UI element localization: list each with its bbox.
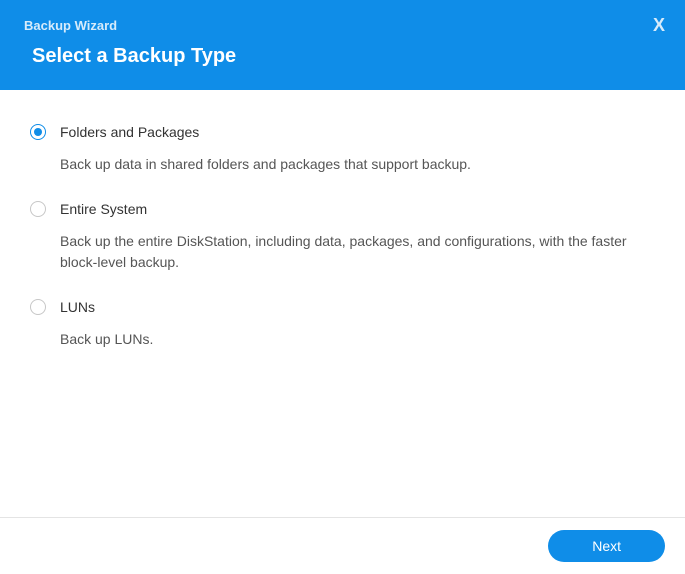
option-label: Folders and Packages: [60, 124, 199, 140]
radio-luns[interactable]: [30, 299, 46, 315]
close-button[interactable]: X: [653, 16, 665, 34]
option-luns-header[interactable]: LUNs: [30, 299, 655, 315]
option-folders-packages-header[interactable]: Folders and Packages: [30, 124, 655, 140]
option-folders-packages: Folders and Packages Back up data in sha…: [30, 124, 655, 175]
option-description: Back up data in shared folders and packa…: [60, 154, 655, 175]
option-description: Back up LUNs.: [60, 329, 655, 350]
wizard-title: Backup Wizard: [24, 18, 661, 33]
option-label: LUNs: [60, 299, 95, 315]
option-description: Back up the entire DiskStation, includin…: [60, 231, 655, 273]
close-icon: X: [653, 15, 665, 35]
wizard-footer: Next: [0, 517, 685, 574]
radio-folders-packages[interactable]: [30, 124, 46, 140]
option-entire-system-header[interactable]: Entire System: [30, 201, 655, 217]
wizard-content: Folders and Packages Back up data in sha…: [0, 90, 685, 396]
radio-entire-system[interactable]: [30, 201, 46, 217]
option-entire-system: Entire System Back up the entire DiskSta…: [30, 201, 655, 273]
next-button[interactable]: Next: [548, 530, 665, 562]
option-label: Entire System: [60, 201, 147, 217]
option-luns: LUNs Back up LUNs.: [30, 299, 655, 350]
wizard-header: Backup Wizard Select a Backup Type X: [0, 0, 685, 90]
page-title: Select a Backup Type: [32, 45, 661, 68]
